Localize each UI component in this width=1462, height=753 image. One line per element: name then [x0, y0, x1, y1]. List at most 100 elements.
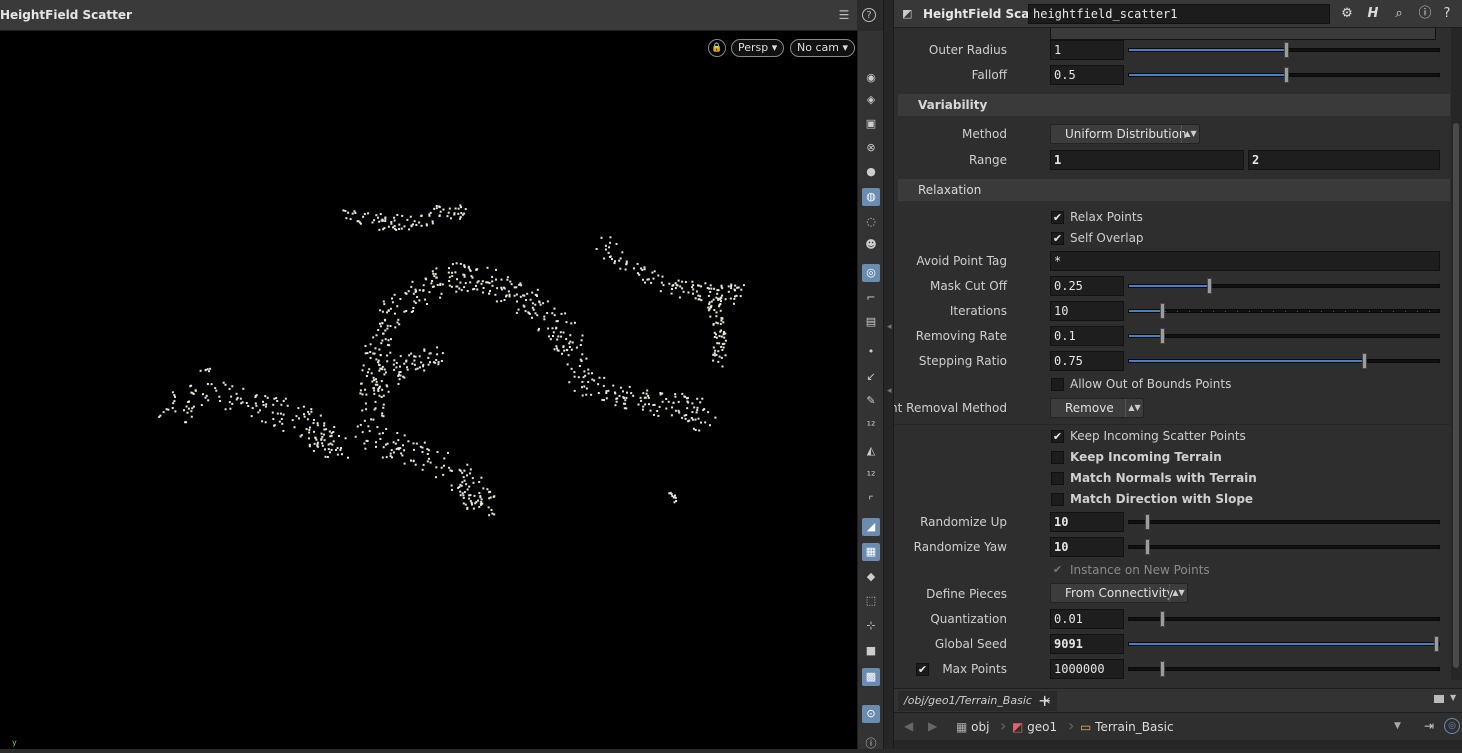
shading-icon[interactable]: ● — [862, 163, 880, 181]
outer-radius-field[interactable]: 1 — [1050, 40, 1124, 60]
light-icon[interactable]: ◍ — [862, 188, 880, 206]
object-icon[interactable]: ▤ — [862, 313, 880, 331]
crumb-terrain[interactable]: ▭ Terrain_Basic — [1080, 718, 1174, 736]
info-circle-icon[interactable]: ⓘ — [1416, 5, 1434, 23]
match-normals-checkbox[interactable] — [1051, 472, 1064, 485]
relax-points-checkbox[interactable]: ✔ — [1051, 211, 1064, 224]
relaxation-section[interactable]: Relaxation — [898, 179, 1450, 201]
iterations-field[interactable]: 10 — [1050, 301, 1124, 321]
forward-arrow-icon[interactable]: ▶ — [928, 719, 937, 733]
scene-viewport[interactable]: HeightField Scatter ☰ ? 🔒 Persp ▾ No cam… — [0, 0, 876, 749]
add-tab-button[interactable]: + — [1038, 691, 1051, 711]
normals-icon[interactable]: ↙ — [862, 368, 880, 386]
back-arrow-icon[interactable]: ◀ — [904, 719, 913, 733]
slider-handle[interactable] — [1284, 42, 1289, 58]
point-icon[interactable]: • — [862, 343, 880, 361]
stop-icon[interactable]: ■ — [862, 642, 880, 660]
range-max-field[interactable]: 2 — [1248, 150, 1440, 170]
ghost-icon[interactable]: ◈ — [862, 91, 880, 109]
display-options-icon[interactable]: ☰ — [836, 7, 852, 23]
slider-handle[interactable] — [1144, 539, 1150, 555]
match-direction-checkbox[interactable] — [1051, 493, 1064, 506]
falloff-field[interactable]: 0.5 — [1050, 65, 1124, 85]
crumb-geo1[interactable]: ◩ geo1 — [1012, 718, 1057, 736]
max-points-slider[interactable] — [1128, 661, 1440, 677]
texture-icon[interactable]: ▦ — [862, 543, 880, 561]
pane-layout-icon[interactable] — [1434, 695, 1444, 703]
camera-icon[interactable]: ◎ — [862, 264, 880, 282]
edit-icon[interactable]: ✎ — [862, 392, 880, 410]
quantization-slider[interactable] — [1128, 611, 1440, 627]
randomize-yaw-field[interactable]: 10 — [1050, 537, 1124, 557]
variability-section[interactable]: Variability — [898, 94, 1450, 116]
info-icon[interactable]: ⓘ — [862, 735, 880, 753]
falloff-slider[interactable] — [1128, 67, 1440, 83]
help-circle-icon[interactable]: ? — [1438, 5, 1456, 23]
corner-icon[interactable]: ⌜ — [862, 492, 880, 510]
crumb-obj[interactable]: ▦ obj — [956, 718, 989, 736]
houdini-help-icon[interactable]: H — [1364, 5, 1382, 23]
allow-out-of-bounds-checkbox[interactable] — [1051, 378, 1064, 391]
scroll-thumb[interactable] — [1453, 123, 1459, 668]
mask-cut-off-slider[interactable] — [1128, 278, 1440, 294]
slider-handle[interactable] — [1206, 278, 1212, 294]
slider-handle[interactable] — [1361, 353, 1367, 369]
stepping-ratio-field[interactable]: 0.75 — [1050, 351, 1124, 371]
pane-menu-icon[interactable]: ▼ — [1450, 693, 1456, 702]
randomize-up-slider[interactable] — [1128, 514, 1440, 530]
pane-splitter[interactable]: ◂ ◂ — [883, 0, 894, 749]
slider-handle[interactable] — [1160, 661, 1165, 677]
slider-handle[interactable] — [1284, 67, 1289, 83]
prim-icon[interactable]: ◭ — [862, 442, 880, 460]
define-pieces-dropdown[interactable]: From Connectivity ▲▼ — [1050, 583, 1188, 603]
keep-incoming-scatter-checkbox[interactable]: ✔ — [1051, 430, 1064, 443]
xray-icon[interactable]: ⊗ — [862, 139, 880, 157]
outer-radius-slider[interactable] — [1128, 42, 1440, 58]
slider-handle[interactable] — [1434, 636, 1439, 652]
geo-icon[interactable]: ◢ — [862, 518, 880, 536]
method-dropdown[interactable]: Uniform Distribution ▲▼ — [1050, 124, 1200, 144]
keep-incoming-terrain-checkbox[interactable] — [1051, 451, 1064, 464]
pin-viewport-icon[interactable]: ⊙ — [862, 705, 880, 723]
path-dropdown-icon[interactable]: ▼ — [1394, 721, 1401, 731]
global-seed-slider[interactable] — [1128, 636, 1440, 652]
collapse-right-icon[interactable]: ◂ — [887, 386, 892, 396]
lock-camera-icon[interactable]: 🔒 — [708, 39, 726, 57]
cam-select-menu[interactable]: No cam ▾ — [790, 39, 855, 57]
snap-icon[interactable]: ⊹ — [862, 617, 880, 635]
background-icon[interactable]: ▩ — [862, 668, 880, 686]
bulb-icon[interactable]: ◌ — [862, 213, 880, 231]
collapse-left-icon[interactable]: ◂ — [887, 322, 892, 332]
instance-on-new-points-checkbox[interactable]: ✔ — [1051, 564, 1064, 577]
iterations-slider[interactable] — [1128, 303, 1440, 319]
max-points-field[interactable]: 1000000 — [1050, 659, 1124, 679]
skull-icon[interactable]: ☻ — [862, 236, 880, 254]
self-overlap-checkbox[interactable]: ✔ — [1051, 232, 1064, 245]
global-seed-field[interactable]: 9091 — [1050, 634, 1124, 654]
randomize-up-field[interactable]: 10 — [1050, 512, 1124, 532]
camera-menu[interactable]: Persp ▾ — [731, 39, 785, 57]
uv-icon[interactable]: ⬚ — [862, 592, 880, 610]
point-numbers-icon[interactable]: ¹² — [862, 417, 880, 435]
search-icon[interactable]: ⌕ — [1390, 5, 1408, 23]
layers-icon[interactable]: ◆ — [862, 568, 880, 586]
range-min-field[interactable]: 1 — [1050, 150, 1244, 170]
quantization-field[interactable]: 0.01 — [1050, 609, 1124, 629]
viewport-canvas[interactable] — [0, 31, 857, 749]
removing-rate-field[interactable]: 0.1 — [1050, 326, 1124, 346]
node-name-input[interactable] — [1028, 4, 1330, 24]
lock-icon[interactable]: ▣ — [862, 115, 880, 133]
removing-rate-slider[interactable] — [1128, 328, 1440, 344]
network-tab[interactable]: /obj/geo1/Terrain_Basic × — [898, 691, 1058, 711]
slider-handle[interactable] — [1160, 303, 1165, 319]
gear-icon[interactable]: ⚙ — [1338, 5, 1356, 23]
max-points-enable-checkbox[interactable]: ✔ — [916, 663, 929, 676]
slider-handle[interactable] — [1144, 514, 1150, 530]
eye-icon[interactable]: ◉ — [862, 69, 880, 87]
avoid-point-tag-field[interactable]: * — [1050, 251, 1440, 271]
brush-icon[interactable]: ⌐ — [862, 289, 880, 307]
stepping-ratio-slider[interactable] — [1128, 353, 1440, 369]
randomize-yaw-slider[interactable] — [1128, 539, 1440, 555]
slider-handle[interactable] — [1160, 328, 1165, 344]
slider-handle[interactable] — [1160, 611, 1165, 627]
